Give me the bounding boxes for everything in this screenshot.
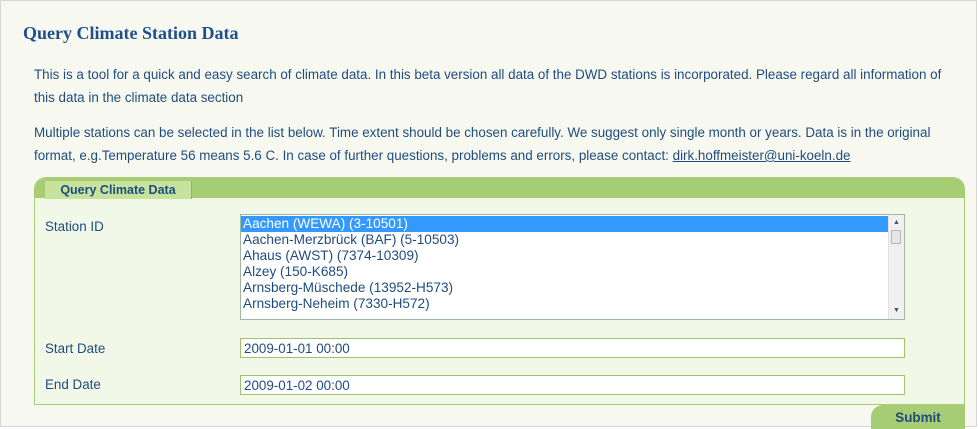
station-option[interactable]: Alzey (150-K685) [241,264,889,280]
station-option[interactable]: Arnsberg-Neheim (7330-H572) [241,296,889,312]
panel-header: Query Climate Data [35,178,964,199]
tab-query-climate-data[interactable]: Query Climate Data [45,181,192,199]
submit-button[interactable]: Submit [871,405,965,429]
station-option[interactable]: Ahaus (AWST) (7374-10309) [241,248,889,264]
station-list: Aachen (WEWA) (3-10501) Aachen-Merzbrück … [241,216,889,312]
station-id-label: Station ID [45,219,104,234]
station-id-listbox[interactable]: Aachen (WEWA) (3-10501) Aachen-Merzbrück … [240,214,905,320]
end-date-label: End Date [45,377,101,392]
page-title: Query Climate Station Data [23,23,239,43]
triangle-up-icon[interactable]: ▲ [891,217,902,229]
station-option[interactable]: Arnsberg-Müschede (13952-H573) [241,280,889,296]
page-container: Query Climate Station Data This is a too… [0,0,977,429]
intro-paragraph: This is a tool for a quick and easy sear… [34,67,942,105]
end-date-input[interactable] [240,375,905,395]
instructions-paragraph: Multiple stations can be selected in the… [34,121,954,167]
start-date-input[interactable] [240,338,905,358]
station-option[interactable]: Aachen-Merzbrück (BAF) (5-10503) [241,232,889,248]
start-date-label: Start Date [45,341,106,356]
station-option[interactable]: Aachen (WEWA) (3-10501) [241,216,889,232]
listbox-scrollbar[interactable]: ▲ ▼ [888,215,904,319]
contact-email-link[interactable]: dirk.hoffmeister@uni-koeln.de [673,148,851,163]
triangle-down-icon[interactable]: ▼ [891,305,902,317]
scrollbar-thumb[interactable] [891,230,901,244]
